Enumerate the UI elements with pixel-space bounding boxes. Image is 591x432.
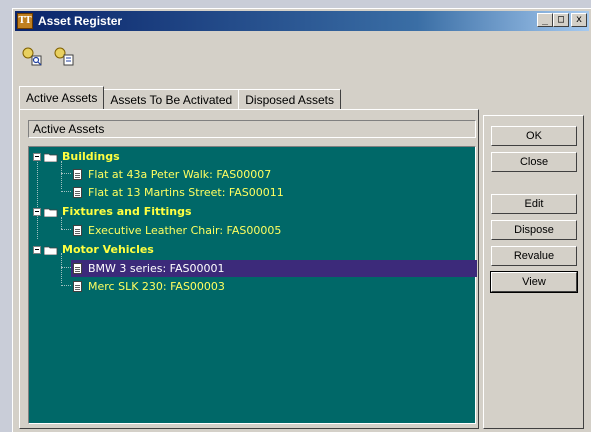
minimize-button[interactable]: _ bbox=[537, 13, 553, 27]
toolbar bbox=[19, 37, 77, 75]
edit-button[interactable]: Edit bbox=[491, 194, 577, 214]
tree-item-label: Flat at 13 Martins Street: FAS00011 bbox=[88, 186, 284, 199]
window-controls: _ □ x bbox=[537, 13, 587, 27]
toolbar-button-search[interactable] bbox=[19, 43, 45, 69]
tab-strip: Active Assets Assets To Be Activated Dis… bbox=[19, 86, 341, 109]
tree-line bbox=[61, 191, 71, 192]
tree-line bbox=[37, 159, 38, 239]
tree-group-label: Buildings bbox=[62, 150, 120, 163]
title-bar[interactable]: TT Asset Register _ □ x bbox=[15, 11, 589, 31]
tree-item[interactable]: Flat at 13 Martins Street: FAS00011 bbox=[73, 184, 284, 201]
tree-group-label: Fixtures and Fittings bbox=[62, 205, 192, 218]
maximize-button[interactable]: □ bbox=[553, 13, 569, 27]
panel-label: Active Assets bbox=[28, 120, 476, 138]
collapse-icon[interactable] bbox=[33, 152, 41, 161]
ok-button[interactable]: OK bbox=[491, 126, 577, 146]
tree-item-selected[interactable]: BMW 3 series: FAS00001 bbox=[71, 260, 477, 277]
folder-open-icon bbox=[44, 153, 58, 162]
tree-item[interactable]: Flat at 43a Peter Walk: FAS00007 bbox=[73, 166, 271, 183]
tab-panel: Active Assets Buildings Flat at 43a Pete… bbox=[19, 109, 479, 429]
revalue-button[interactable]: Revalue bbox=[491, 246, 577, 266]
tree-line bbox=[61, 267, 71, 268]
tree-group-motor-vehicles[interactable]: Motor Vehicles bbox=[33, 241, 154, 258]
folder-open-icon bbox=[44, 246, 58, 255]
tree-group-buildings[interactable]: Buildings bbox=[33, 148, 120, 165]
close-window-button[interactable]: x bbox=[571, 13, 587, 27]
tree-item[interactable]: Executive Leather Chair: FAS00005 bbox=[73, 222, 281, 239]
asset-find-icon bbox=[54, 47, 74, 66]
tab-assets-to-be-activated[interactable]: Assets To Be Activated bbox=[103, 89, 240, 109]
document-icon bbox=[73, 169, 82, 180]
asset-register-window: TT Asset Register _ □ x Active Assets As… bbox=[12, 8, 591, 432]
tree-line bbox=[61, 229, 71, 230]
tree-item-label: BMW 3 series: FAS00001 bbox=[88, 262, 225, 275]
document-icon bbox=[73, 281, 82, 292]
dispose-button[interactable]: Dispose bbox=[491, 220, 577, 240]
asset-tree[interactable]: Buildings Flat at 43a Peter Walk: FAS000… bbox=[28, 146, 477, 424]
document-icon bbox=[73, 225, 82, 236]
tree-item-label: Executive Leather Chair: FAS00005 bbox=[88, 224, 282, 237]
toolbar-button-find[interactable] bbox=[51, 43, 77, 69]
document-icon bbox=[73, 263, 82, 274]
app-icon: TT bbox=[17, 13, 33, 29]
tree-group-fixtures-and-fittings[interactable]: Fixtures and Fittings bbox=[33, 203, 192, 220]
folder-open-icon bbox=[44, 208, 58, 217]
tree-item-label: Flat at 43a Peter Walk: FAS00007 bbox=[88, 168, 272, 181]
action-button-panel: OK Close Edit Dispose Revalue View bbox=[483, 115, 584, 429]
tree-line bbox=[61, 173, 71, 174]
collapse-icon[interactable] bbox=[33, 207, 41, 216]
close-button[interactable]: Close bbox=[491, 152, 577, 172]
tab-active-assets[interactable]: Active Assets bbox=[19, 86, 105, 109]
tree-item[interactable]: Merc SLK 230: FAS00003 bbox=[73, 278, 225, 295]
asset-search-icon bbox=[22, 47, 42, 66]
window-title: Asset Register bbox=[38, 14, 123, 28]
tab-disposed-assets[interactable]: Disposed Assets bbox=[238, 89, 341, 109]
tree-line bbox=[61, 285, 71, 286]
view-button[interactable]: View bbox=[490, 271, 578, 293]
tree-item-label: Merc SLK 230: FAS00003 bbox=[88, 280, 225, 293]
tree-group-label: Motor Vehicles bbox=[62, 243, 154, 256]
document-icon bbox=[73, 187, 82, 198]
collapse-icon[interactable] bbox=[33, 245, 41, 254]
tree-line bbox=[61, 161, 62, 189]
